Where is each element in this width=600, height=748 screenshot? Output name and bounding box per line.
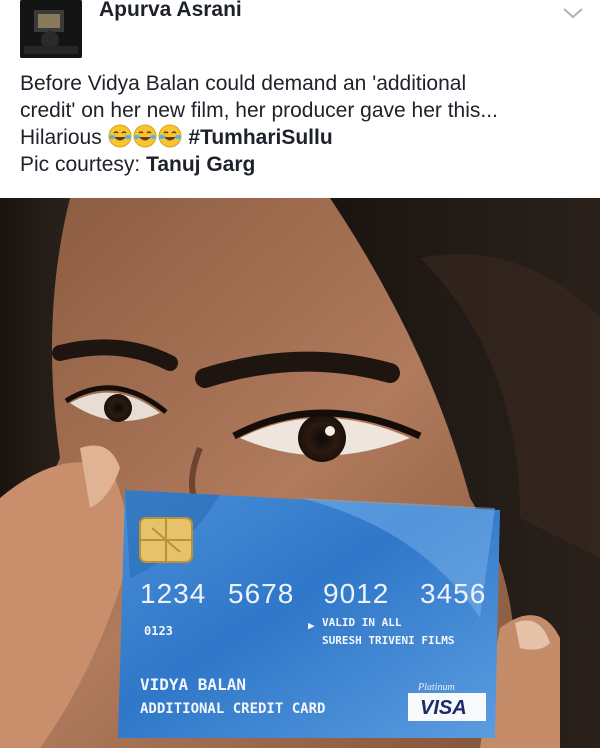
chevron-down-icon[interactable] — [562, 6, 584, 20]
credit-label: Pic courtesy: — [20, 153, 141, 176]
card-small-code: 0123 — [144, 624, 173, 638]
card-number-group: 9012 — [323, 578, 389, 609]
visa-logo-text: VISA — [420, 697, 467, 719]
valid-line-1: VALID IN ALL — [322, 616, 402, 629]
card-holder: VIDYA BALAN — [140, 675, 246, 694]
mention-link[interactable]: Tanuj Garg — [146, 153, 255, 176]
post-photo[interactable]: 1234 5678 9012 3456 0123 ▶ VALID IN ALL … — [0, 198, 600, 748]
card-number-group: 5678 — [228, 578, 294, 609]
card-title: ADDITIONAL CREDIT CARD — [140, 701, 325, 717]
post-text: Before Vidya Balan could demand an 'addi… — [20, 70, 585, 178]
post-text-line: credit' on her new film, her producer ga… — [20, 99, 498, 122]
card-number-group: 1234 — [140, 578, 206, 609]
avatar[interactable] — [20, 0, 82, 58]
photo-illustration: 1234 5678 9012 3456 0123 ▶ VALID IN ALL … — [0, 198, 600, 748]
post-header: Apurva Asrani — [0, 0, 600, 68]
face-with-tears-of-joy-icon — [158, 124, 182, 148]
post-text-line: Hilarious #TumhariSullu — [20, 124, 585, 151]
play-arrow-icon: ▶ — [308, 619, 315, 632]
face-with-tears-of-joy-icon — [108, 124, 132, 148]
card-number-group: 3456 — [420, 578, 486, 609]
author-name[interactable]: Apurva Asrani — [99, 0, 242, 22]
post-text-line: Before Vidya Balan could demand an 'addi… — [20, 72, 467, 95]
hilarious-text: Hilarious — [20, 126, 102, 149]
post-text-line: Pic courtesy: Tanuj Garg — [20, 151, 585, 178]
hashtag-link[interactable]: #TumhariSullu — [188, 126, 332, 149]
valid-line-2: SURESH TRIVENI FILMS — [322, 634, 454, 647]
card-tier: Platinum — [417, 682, 455, 693]
face-with-tears-of-joy-icon — [133, 124, 157, 148]
avatar-image — [20, 0, 82, 58]
